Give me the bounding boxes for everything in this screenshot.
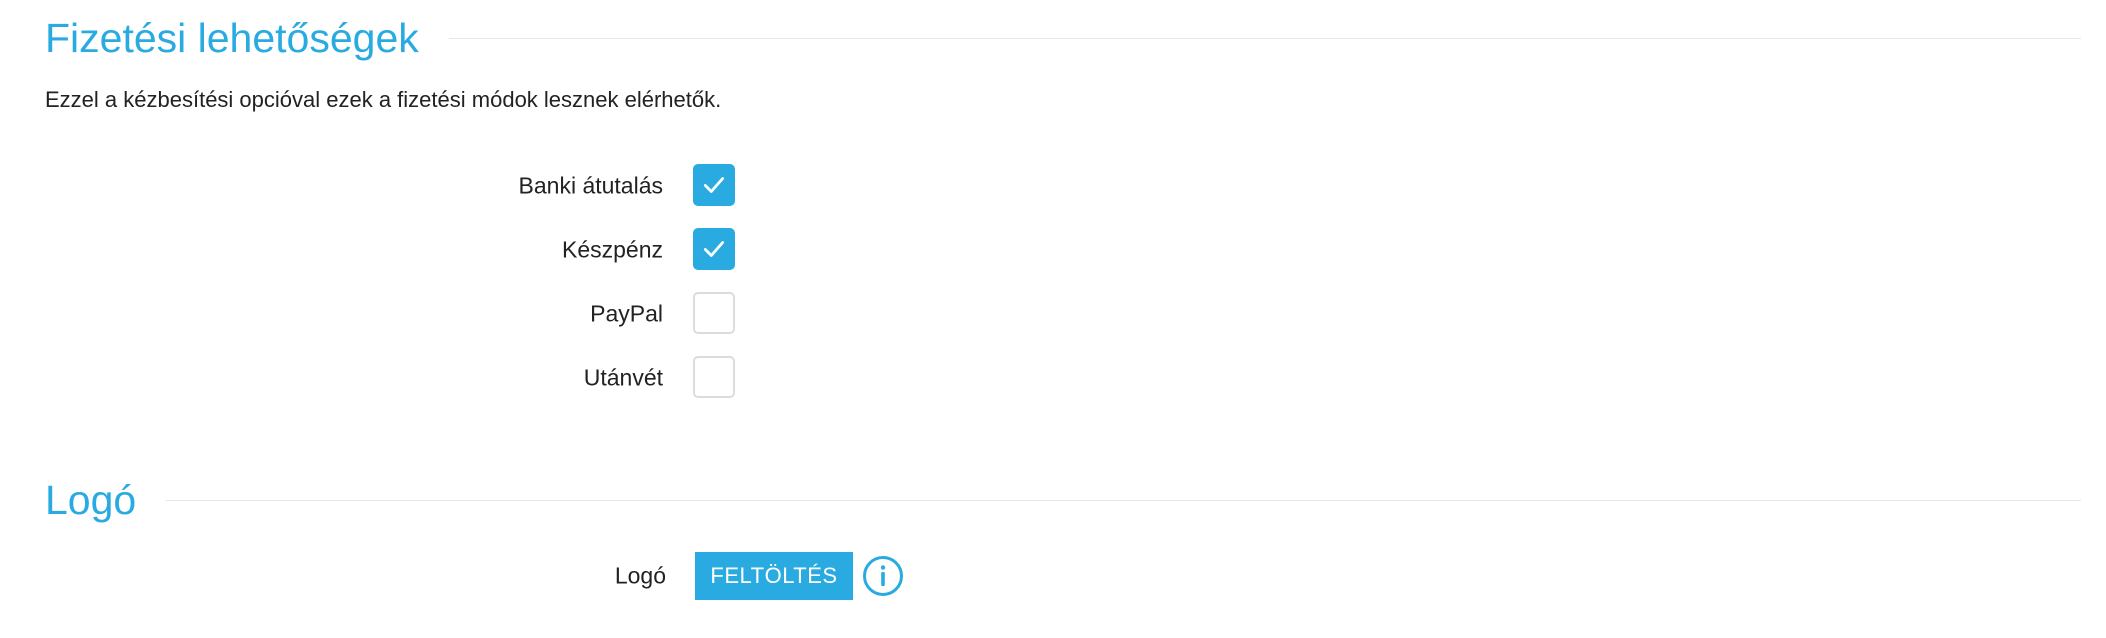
checkmark-icon — [703, 241, 725, 257]
payment-option-row-cod: Utánvét — [0, 356, 2106, 400]
payment-option-label: Utánvét — [583, 364, 663, 391]
logo-section-header: Logó — [45, 480, 2081, 521]
section-divider — [448, 38, 2081, 39]
info-icon[interactable] — [862, 555, 904, 597]
checkbox-bank-transfer[interactable] — [693, 164, 735, 206]
upload-button[interactable]: FELTÖLTÉS — [695, 552, 853, 600]
payment-option-label: Banki átutalás — [518, 172, 663, 199]
checkmark-icon — [703, 177, 725, 193]
payment-section-title: Fizetési lehetőségek — [45, 15, 419, 61]
section-divider — [166, 500, 2081, 501]
payment-option-label: Készpénz — [561, 236, 663, 263]
logo-section-title: Logó — [45, 477, 137, 523]
payment-section-header: Fizetési lehetőségek — [45, 18, 2081, 59]
checkbox-paypal[interactable] — [693, 292, 735, 334]
payment-section-description: Ezzel a kézbesítési opcióval ezek a fize… — [45, 87, 722, 112]
checkbox-cash[interactable] — [693, 228, 735, 270]
payment-option-label: PayPal — [590, 300, 663, 327]
payment-option-row-paypal: PayPal — [0, 292, 2106, 336]
payment-option-row-cash: Készpénz — [0, 228, 2106, 272]
checkbox-cash-on-delivery[interactable] — [693, 356, 735, 398]
payment-option-row-bank-transfer: Banki átutalás — [0, 164, 2106, 208]
logo-field-label: Logó — [614, 562, 666, 589]
